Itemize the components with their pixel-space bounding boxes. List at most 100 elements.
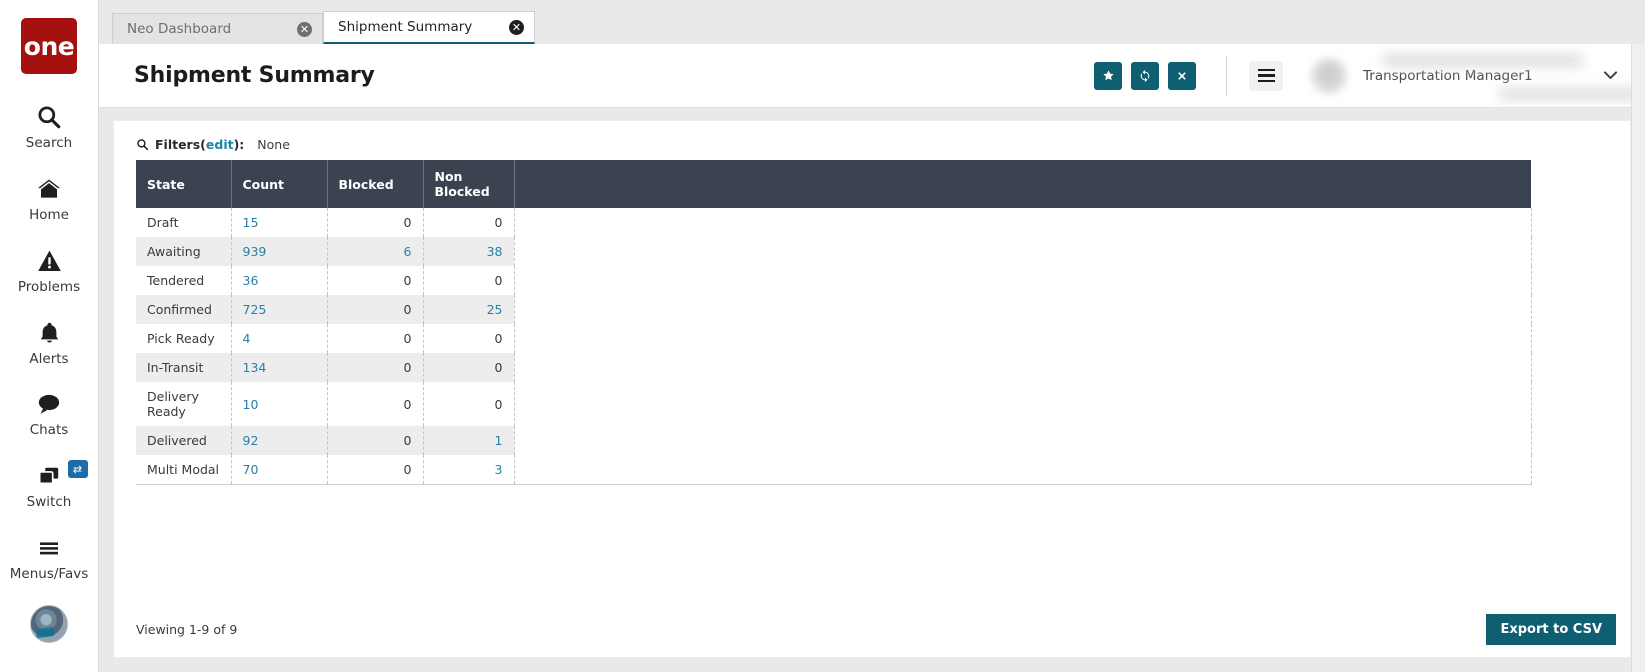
- cell-count[interactable]: 725: [231, 295, 328, 324]
- count-link[interactable]: 70: [243, 462, 259, 477]
- left-navigation-rail: one Search Home Problems Alerts Chats ⇄ …: [0, 0, 99, 672]
- cell-count[interactable]: 4: [231, 324, 328, 353]
- app-menu-button[interactable]: [1249, 60, 1283, 91]
- close-page-button[interactable]: [1168, 61, 1196, 90]
- export-to-csv-button[interactable]: Export to CSV: [1486, 614, 1616, 645]
- sidebar-item-menus-favs[interactable]: Menus/Favs: [0, 531, 99, 582]
- cell-non-blocked: 0: [423, 324, 515, 353]
- hamburger-icon-bar: [1257, 79, 1275, 83]
- cell-filler: [514, 426, 1532, 455]
- cell-non-blocked-value[interactable]: 38: [487, 244, 503, 259]
- cell-filler: [514, 324, 1532, 353]
- cell-count[interactable]: 70: [231, 455, 328, 485]
- table-row: Awaiting 939 6 38: [136, 237, 1532, 266]
- sidebar-item-switch[interactable]: ⇄ Switch: [0, 459, 99, 510]
- tab-neo-dashboard[interactable]: Neo Dashboard ✕: [112, 13, 323, 44]
- cell-non-blocked-value[interactable]: 1: [495, 433, 503, 448]
- count-link[interactable]: 36: [243, 273, 259, 288]
- column-header-blocked[interactable]: Blocked: [327, 160, 424, 208]
- cell-filler: [514, 237, 1532, 266]
- filters-value: None: [257, 137, 290, 152]
- sidebar-label-chats: Chats: [29, 422, 69, 439]
- cell-count[interactable]: 92: [231, 426, 328, 455]
- application-window: one Search Home Problems Alerts Chats ⇄ …: [0, 0, 1645, 672]
- cell-non-blocked-value[interactable]: 25: [487, 302, 503, 317]
- cell-blocked-value: 0: [403, 302, 412, 317]
- cell-count[interactable]: 134: [231, 353, 328, 382]
- redacted-user-detail: [1499, 87, 1645, 100]
- cell-state: Multi Modal: [136, 455, 232, 485]
- count-link[interactable]: 92: [243, 433, 259, 448]
- count-link[interactable]: 939: [243, 244, 267, 259]
- cell-non-blocked: 0: [423, 353, 515, 382]
- cell-filler: [514, 382, 1532, 426]
- favorite-button[interactable]: [1094, 61, 1122, 90]
- table-header-row: State Count Blocked Non Blocked: [136, 160, 1531, 208]
- chat-icon: [35, 387, 63, 421]
- cell-state: Pick Ready: [136, 324, 232, 353]
- avatar: [1311, 57, 1347, 94]
- chevron-down-icon[interactable]: [1597, 63, 1623, 89]
- menu-icon: [35, 531, 63, 565]
- count-link[interactable]: 725: [243, 302, 267, 317]
- summary-card: Filters (edit): None State Count Blocked…: [113, 120, 1631, 658]
- cell-blocked: 0: [327, 382, 424, 426]
- filters-edit-link[interactable]: edit: [206, 137, 234, 152]
- close-icon[interactable]: ✕: [297, 21, 312, 37]
- sidebar-item-search[interactable]: Search: [0, 100, 99, 151]
- tab-shipment-summary[interactable]: Shipment Summary ✕: [323, 11, 535, 44]
- tab-label: Shipment Summary: [338, 19, 473, 35]
- switch-toggle-badge[interactable]: ⇄: [67, 460, 88, 479]
- sidebar-label-alerts: Alerts: [29, 350, 69, 367]
- close-icon[interactable]: ✕: [509, 19, 524, 35]
- table-row: Multi Modal 70 0 3: [136, 455, 1532, 485]
- table-row: Delivery Ready 10 0 0: [136, 382, 1532, 426]
- cell-blocked-value[interactable]: 6: [404, 244, 412, 259]
- sidebar-item-home[interactable]: Home: [0, 172, 99, 223]
- count-link[interactable]: 10: [243, 397, 259, 412]
- sidebar-item-alerts[interactable]: Alerts: [0, 316, 99, 367]
- cell-blocked-value: 0: [403, 360, 412, 375]
- cell-non-blocked: 0: [423, 208, 515, 237]
- pagination-status: Viewing 1-9 of 9: [136, 622, 238, 637]
- filters-bar: Filters (edit): None: [114, 121, 1630, 160]
- cell-non-blocked[interactable]: 38: [423, 237, 515, 266]
- user-account-area[interactable]: Transportation Manager1: [1311, 44, 1645, 108]
- tab-label: Neo Dashboard: [127, 21, 232, 37]
- cell-non-blocked[interactable]: 1: [423, 426, 515, 455]
- sidebar-item-chats[interactable]: Chats: [0, 387, 99, 438]
- cell-count[interactable]: 36: [231, 266, 328, 295]
- column-header-count[interactable]: Count: [231, 160, 328, 208]
- cell-count[interactable]: 939: [231, 237, 328, 266]
- search-icon: [136, 138, 149, 151]
- column-header-non-blocked[interactable]: Non Blocked: [423, 160, 515, 208]
- cell-blocked: 0: [327, 353, 424, 382]
- count-link[interactable]: 15: [243, 215, 259, 230]
- cell-blocked[interactable]: 6: [327, 237, 424, 266]
- cell-count[interactable]: 10: [231, 382, 328, 426]
- vertical-scrollbar[interactable]: [1631, 44, 1645, 672]
- main-pane: Neo Dashboard ✕ Shipment Summary ✕ Shipm…: [99, 0, 1645, 672]
- user-avatar-rail[interactable]: [30, 604, 68, 643]
- cell-non-blocked[interactable]: 25: [423, 295, 515, 324]
- cell-blocked-value: 0: [403, 462, 412, 477]
- table-header: State Count Blocked Non Blocked: [136, 160, 1531, 208]
- cell-non-blocked-value: 0: [494, 396, 503, 412]
- bell-icon: [37, 316, 62, 350]
- table-row: Confirmed 725 0 25: [136, 295, 1532, 324]
- cell-blocked: 0: [327, 208, 424, 237]
- column-header-state[interactable]: State: [136, 160, 232, 208]
- count-link[interactable]: 134: [243, 360, 267, 375]
- sidebar-item-problems[interactable]: Problems: [0, 244, 99, 295]
- cell-count[interactable]: 15: [231, 208, 328, 237]
- cell-non-blocked: 0: [423, 266, 515, 295]
- cell-blocked: 0: [327, 455, 424, 485]
- table-container: State Count Blocked Non Blocked Draft 15 0…: [114, 160, 1630, 485]
- refresh-button[interactable]: [1131, 61, 1159, 90]
- cell-non-blocked[interactable]: 3: [423, 455, 515, 485]
- filters-label: Filters: [155, 137, 201, 152]
- cell-non-blocked-value[interactable]: 3: [495, 462, 503, 477]
- count-link[interactable]: 4: [243, 331, 251, 346]
- one-network-logo: one: [21, 18, 77, 74]
- warning-icon: [36, 244, 63, 278]
